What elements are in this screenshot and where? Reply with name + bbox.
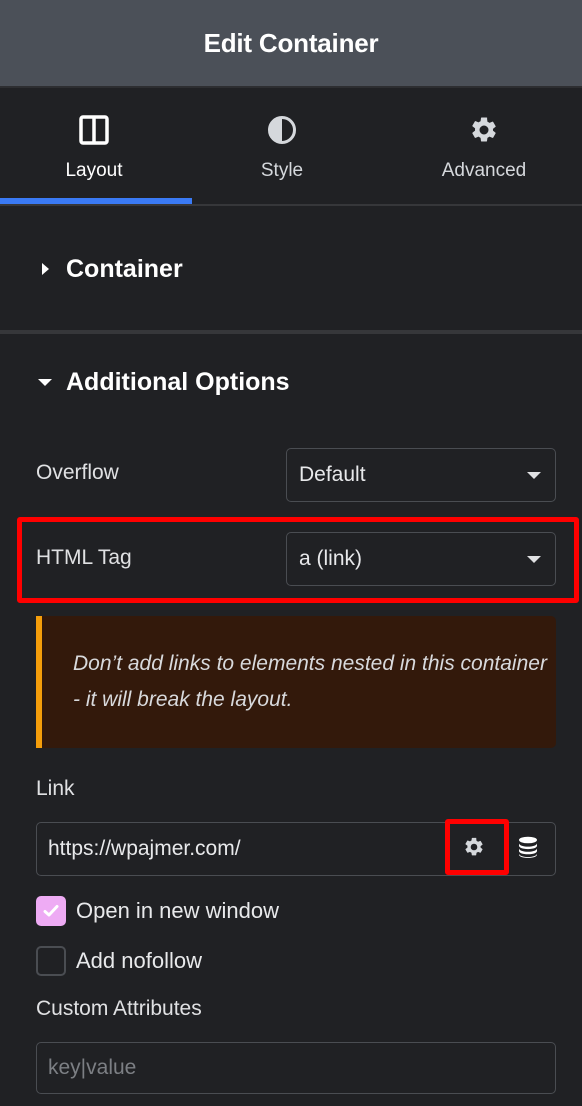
open-new-window-checkbox[interactable]: Open in new window (36, 896, 279, 926)
half-circle-icon (266, 114, 298, 146)
link-field (36, 822, 556, 876)
caret-down-icon (38, 378, 52, 386)
tab-label: Style (260, 160, 304, 181)
link-input[interactable] (37, 823, 447, 875)
add-nofollow-checkbox[interactable]: Add nofollow (36, 946, 202, 976)
tab-style[interactable]: Style (188, 90, 376, 204)
link-options-button[interactable] (451, 823, 497, 875)
check-icon (43, 905, 59, 917)
warning-notice: Don’t add links to elements nested in th… (36, 616, 556, 748)
dynamic-tags-button[interactable] (505, 823, 551, 875)
section-additional-options-toggle[interactable]: Additional Options (0, 336, 582, 428)
custom-attributes-label: Custom Attributes (36, 997, 202, 1020)
tab-label: Advanced (441, 160, 527, 181)
open-new-window-label: Open in new window (76, 898, 280, 923)
link-label: Link (36, 777, 75, 800)
overflow-select[interactable]: Default (286, 448, 556, 502)
database-icon (518, 836, 538, 863)
html-tag-value: a (link) (299, 547, 363, 570)
add-nofollow-label: Add nofollow (76, 948, 202, 973)
tab-layout[interactable]: Layout (0, 90, 188, 204)
chevron-down-icon (527, 472, 541, 479)
panel-title: Edit Container (203, 27, 379, 58)
section-title: Additional Options (66, 367, 290, 396)
checkbox-checked[interactable] (36, 896, 66, 926)
overflow-value: Default (299, 463, 366, 486)
panel-header: Edit Container (0, 0, 582, 88)
checkbox-unchecked[interactable] (36, 946, 66, 976)
gear-icon (468, 114, 500, 146)
active-tab-indicator (0, 198, 192, 204)
caret-right-icon (42, 263, 49, 275)
html-tag-select[interactable]: a (link) (286, 532, 556, 586)
tab-advanced[interactable]: Advanced (386, 90, 582, 204)
section-title: Container (66, 254, 183, 283)
chevron-down-icon (527, 556, 541, 563)
section-container-toggle[interactable]: Container (0, 208, 582, 334)
tab-label: Layout (65, 160, 123, 181)
html-tag-label: HTML Tag (36, 546, 132, 569)
columns-icon (78, 114, 110, 146)
gear-icon (463, 836, 485, 863)
tab-bar: Layout Style Advanced (0, 90, 582, 206)
warning-notice-text: Don’t add links to elements nested in th… (73, 652, 547, 711)
custom-attributes-input[interactable] (36, 1042, 556, 1094)
overflow-label: Overflow (36, 461, 119, 484)
